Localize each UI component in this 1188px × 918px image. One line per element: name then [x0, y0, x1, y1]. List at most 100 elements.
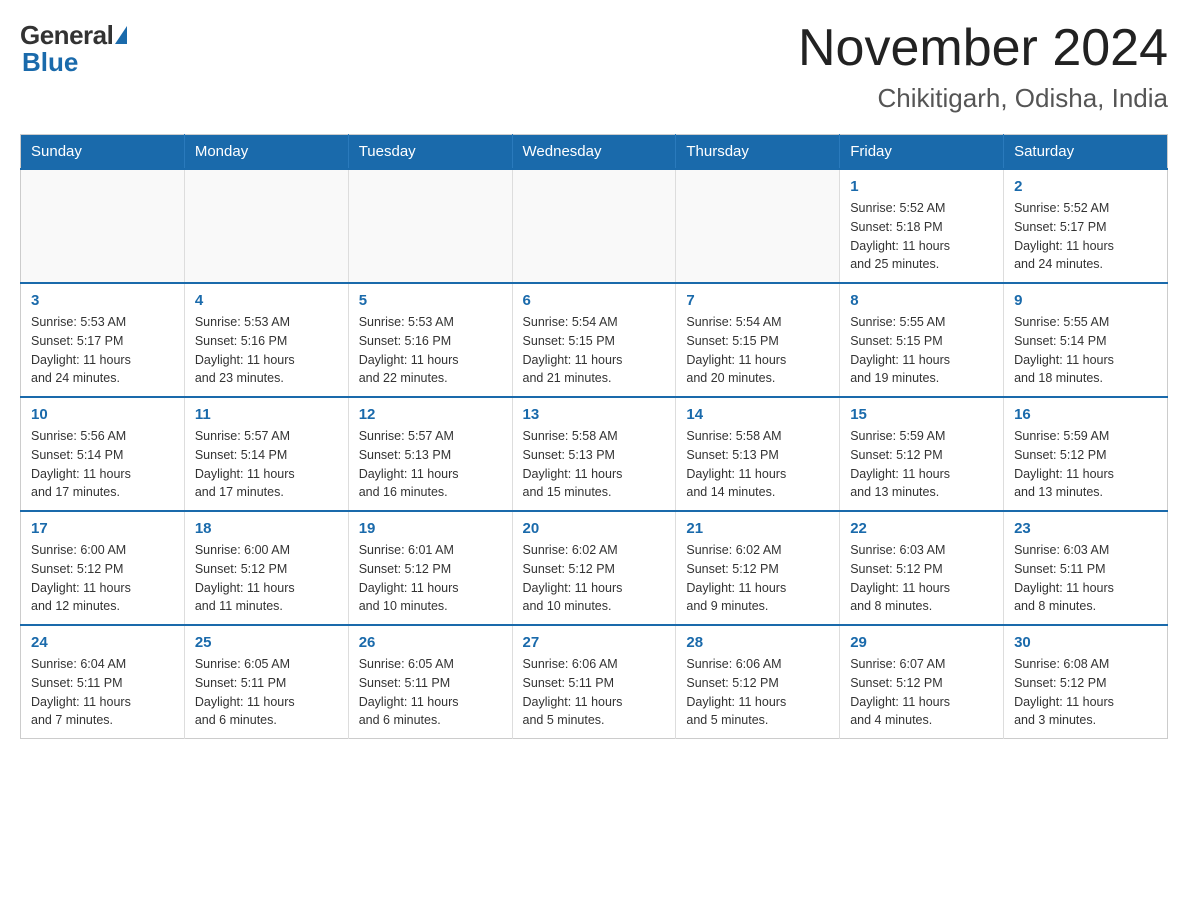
calendar-cell — [348, 169, 512, 283]
day-number: 6 — [523, 292, 666, 309]
calendar-cell: 13 Sunrise: 5:58 AMSunset: 5:13 PMDayligh… — [512, 397, 676, 511]
calendar-cell: 20 Sunrise: 6:02 AMSunset: 5:12 PMDayligh… — [512, 511, 676, 625]
header-cell-tuesday: Tuesday — [348, 135, 512, 170]
day-info: Sunrise: 6:00 AMSunset: 5:12 PMDaylight:… — [31, 541, 174, 616]
day-number: 3 — [31, 292, 174, 309]
day-number: 9 — [1014, 292, 1157, 309]
day-info: Sunrise: 5:55 AMSunset: 5:14 PMDaylight:… — [1014, 313, 1157, 388]
day-number: 4 — [195, 292, 338, 309]
calendar-table: SundayMondayTuesdayWednesdayThursdayFrid… — [20, 134, 1168, 739]
day-number: 26 — [359, 634, 502, 651]
day-info: Sunrise: 6:06 AMSunset: 5:12 PMDaylight:… — [686, 655, 829, 730]
calendar-week-row: 10 Sunrise: 5:56 AMSunset: 5:14 PMDayligh… — [21, 397, 1168, 511]
calendar-cell: 8 Sunrise: 5:55 AMSunset: 5:15 PMDaylight… — [840, 283, 1004, 397]
day-number: 29 — [850, 634, 993, 651]
day-number: 10 — [31, 406, 174, 423]
title-section: November 2024 Chikitigarh, Odisha, India — [798, 20, 1168, 114]
day-number: 13 — [523, 406, 666, 423]
day-info: Sunrise: 6:00 AMSunset: 5:12 PMDaylight:… — [195, 541, 338, 616]
location-subtitle: Chikitigarh, Odisha, India — [798, 83, 1168, 114]
day-info: Sunrise: 6:08 AMSunset: 5:12 PMDaylight:… — [1014, 655, 1157, 730]
day-number: 14 — [686, 406, 829, 423]
day-info: Sunrise: 6:05 AMSunset: 5:11 PMDaylight:… — [195, 655, 338, 730]
day-number: 5 — [359, 292, 502, 309]
day-info: Sunrise: 5:54 AMSunset: 5:15 PMDaylight:… — [523, 313, 666, 388]
day-info: Sunrise: 5:52 AMSunset: 5:18 PMDaylight:… — [850, 199, 993, 274]
day-info: Sunrise: 5:53 AMSunset: 5:16 PMDaylight:… — [195, 313, 338, 388]
day-number: 23 — [1014, 520, 1157, 537]
day-info: Sunrise: 5:53 AMSunset: 5:17 PMDaylight:… — [31, 313, 174, 388]
calendar-cell: 22 Sunrise: 6:03 AMSunset: 5:12 PMDayligh… — [840, 511, 1004, 625]
calendar-cell: 17 Sunrise: 6:00 AMSunset: 5:12 PMDayligh… — [21, 511, 185, 625]
day-info: Sunrise: 5:52 AMSunset: 5:17 PMDaylight:… — [1014, 199, 1157, 274]
calendar-cell: 18 Sunrise: 6:00 AMSunset: 5:12 PMDayligh… — [184, 511, 348, 625]
header-cell-thursday: Thursday — [676, 135, 840, 170]
calendar-cell — [512, 169, 676, 283]
day-info: Sunrise: 6:04 AMSunset: 5:11 PMDaylight:… — [31, 655, 174, 730]
calendar-cell: 10 Sunrise: 5:56 AMSunset: 5:14 PMDayligh… — [21, 397, 185, 511]
day-info: Sunrise: 5:59 AMSunset: 5:12 PMDaylight:… — [1014, 427, 1157, 502]
calendar-cell: 4 Sunrise: 5:53 AMSunset: 5:16 PMDaylight… — [184, 283, 348, 397]
calendar-cell: 2 Sunrise: 5:52 AMSunset: 5:17 PMDaylight… — [1004, 169, 1168, 283]
calendar-header: SundayMondayTuesdayWednesdayThursdayFrid… — [21, 135, 1168, 170]
day-number: 25 — [195, 634, 338, 651]
day-info: Sunrise: 5:57 AMSunset: 5:14 PMDaylight:… — [195, 427, 338, 502]
day-info: Sunrise: 5:57 AMSunset: 5:13 PMDaylight:… — [359, 427, 502, 502]
day-info: Sunrise: 5:59 AMSunset: 5:12 PMDaylight:… — [850, 427, 993, 502]
day-info: Sunrise: 6:06 AMSunset: 5:11 PMDaylight:… — [523, 655, 666, 730]
day-info: Sunrise: 6:05 AMSunset: 5:11 PMDaylight:… — [359, 655, 502, 730]
day-number: 24 — [31, 634, 174, 651]
calendar-week-row: 1 Sunrise: 5:52 AMSunset: 5:18 PMDaylight… — [21, 169, 1168, 283]
header: General Blue November 2024 Chikitigarh, … — [20, 20, 1168, 114]
calendar-cell — [21, 169, 185, 283]
calendar-body: 1 Sunrise: 5:52 AMSunset: 5:18 PMDaylight… — [21, 169, 1168, 739]
day-number: 18 — [195, 520, 338, 537]
calendar-cell: 26 Sunrise: 6:05 AMSunset: 5:11 PMDayligh… — [348, 625, 512, 739]
calendar-cell: 19 Sunrise: 6:01 AMSunset: 5:12 PMDayligh… — [348, 511, 512, 625]
day-number: 17 — [31, 520, 174, 537]
calendar-cell: 25 Sunrise: 6:05 AMSunset: 5:11 PMDayligh… — [184, 625, 348, 739]
calendar-cell: 29Sunrise: 6:07 AMSunset: 5:12 PMDayligh… — [840, 625, 1004, 739]
day-number: 22 — [850, 520, 993, 537]
calendar-cell: 27 Sunrise: 6:06 AMSunset: 5:11 PMDayligh… — [512, 625, 676, 739]
calendar-cell: 6 Sunrise: 5:54 AMSunset: 5:15 PMDaylight… — [512, 283, 676, 397]
calendar-cell: 30Sunrise: 6:08 AMSunset: 5:12 PMDayligh… — [1004, 625, 1168, 739]
header-cell-saturday: Saturday — [1004, 135, 1168, 170]
day-number: 20 — [523, 520, 666, 537]
calendar-cell: 7Sunrise: 5:54 AMSunset: 5:15 PMDaylight… — [676, 283, 840, 397]
day-number: 15 — [850, 406, 993, 423]
logo-blue-text: Blue — [22, 47, 78, 78]
calendar-cell: 11 Sunrise: 5:57 AMSunset: 5:14 PMDayligh… — [184, 397, 348, 511]
calendar-week-row: 24 Sunrise: 6:04 AMSunset: 5:11 PMDayligh… — [21, 625, 1168, 739]
calendar-cell: 5 Sunrise: 5:53 AMSunset: 5:16 PMDaylight… — [348, 283, 512, 397]
day-info: Sunrise: 5:58 AMSunset: 5:13 PMDaylight:… — [686, 427, 829, 502]
day-info: Sunrise: 6:01 AMSunset: 5:12 PMDaylight:… — [359, 541, 502, 616]
calendar-cell: 12 Sunrise: 5:57 AMSunset: 5:13 PMDayligh… — [348, 397, 512, 511]
day-number: 16 — [1014, 406, 1157, 423]
day-info: Sunrise: 6:02 AMSunset: 5:12 PMDaylight:… — [523, 541, 666, 616]
calendar-cell — [676, 169, 840, 283]
day-number: 11 — [195, 406, 338, 423]
calendar-cell: 24 Sunrise: 6:04 AMSunset: 5:11 PMDayligh… — [21, 625, 185, 739]
day-info: Sunrise: 5:53 AMSunset: 5:16 PMDaylight:… — [359, 313, 502, 388]
day-info: Sunrise: 5:58 AMSunset: 5:13 PMDaylight:… — [523, 427, 666, 502]
day-info: Sunrise: 6:03 AMSunset: 5:12 PMDaylight:… — [850, 541, 993, 616]
header-cell-wednesday: Wednesday — [512, 135, 676, 170]
header-cell-monday: Monday — [184, 135, 348, 170]
day-info: Sunrise: 5:54 AMSunset: 5:15 PMDaylight:… — [686, 313, 829, 388]
calendar-cell: 3 Sunrise: 5:53 AMSunset: 5:17 PMDaylight… — [21, 283, 185, 397]
day-number: 27 — [523, 634, 666, 651]
day-number: 2 — [1014, 178, 1157, 195]
day-number: 19 — [359, 520, 502, 537]
calendar-cell: 14 Sunrise: 5:58 AMSunset: 5:13 PMDayligh… — [676, 397, 840, 511]
calendar-cell — [184, 169, 348, 283]
day-info: Sunrise: 6:02 AMSunset: 5:12 PMDaylight:… — [686, 541, 829, 616]
day-number: 12 — [359, 406, 502, 423]
logo-triangle-icon — [115, 26, 127, 44]
day-number: 8 — [850, 292, 993, 309]
day-info: Sunrise: 5:55 AMSunset: 5:15 PMDaylight:… — [850, 313, 993, 388]
day-number: 1 — [850, 178, 993, 195]
day-info: Sunrise: 5:56 AMSunset: 5:14 PMDaylight:… — [31, 427, 174, 502]
day-info: Sunrise: 6:03 AMSunset: 5:11 PMDaylight:… — [1014, 541, 1157, 616]
calendar-header-row: SundayMondayTuesdayWednesdayThursdayFrid… — [21, 135, 1168, 170]
